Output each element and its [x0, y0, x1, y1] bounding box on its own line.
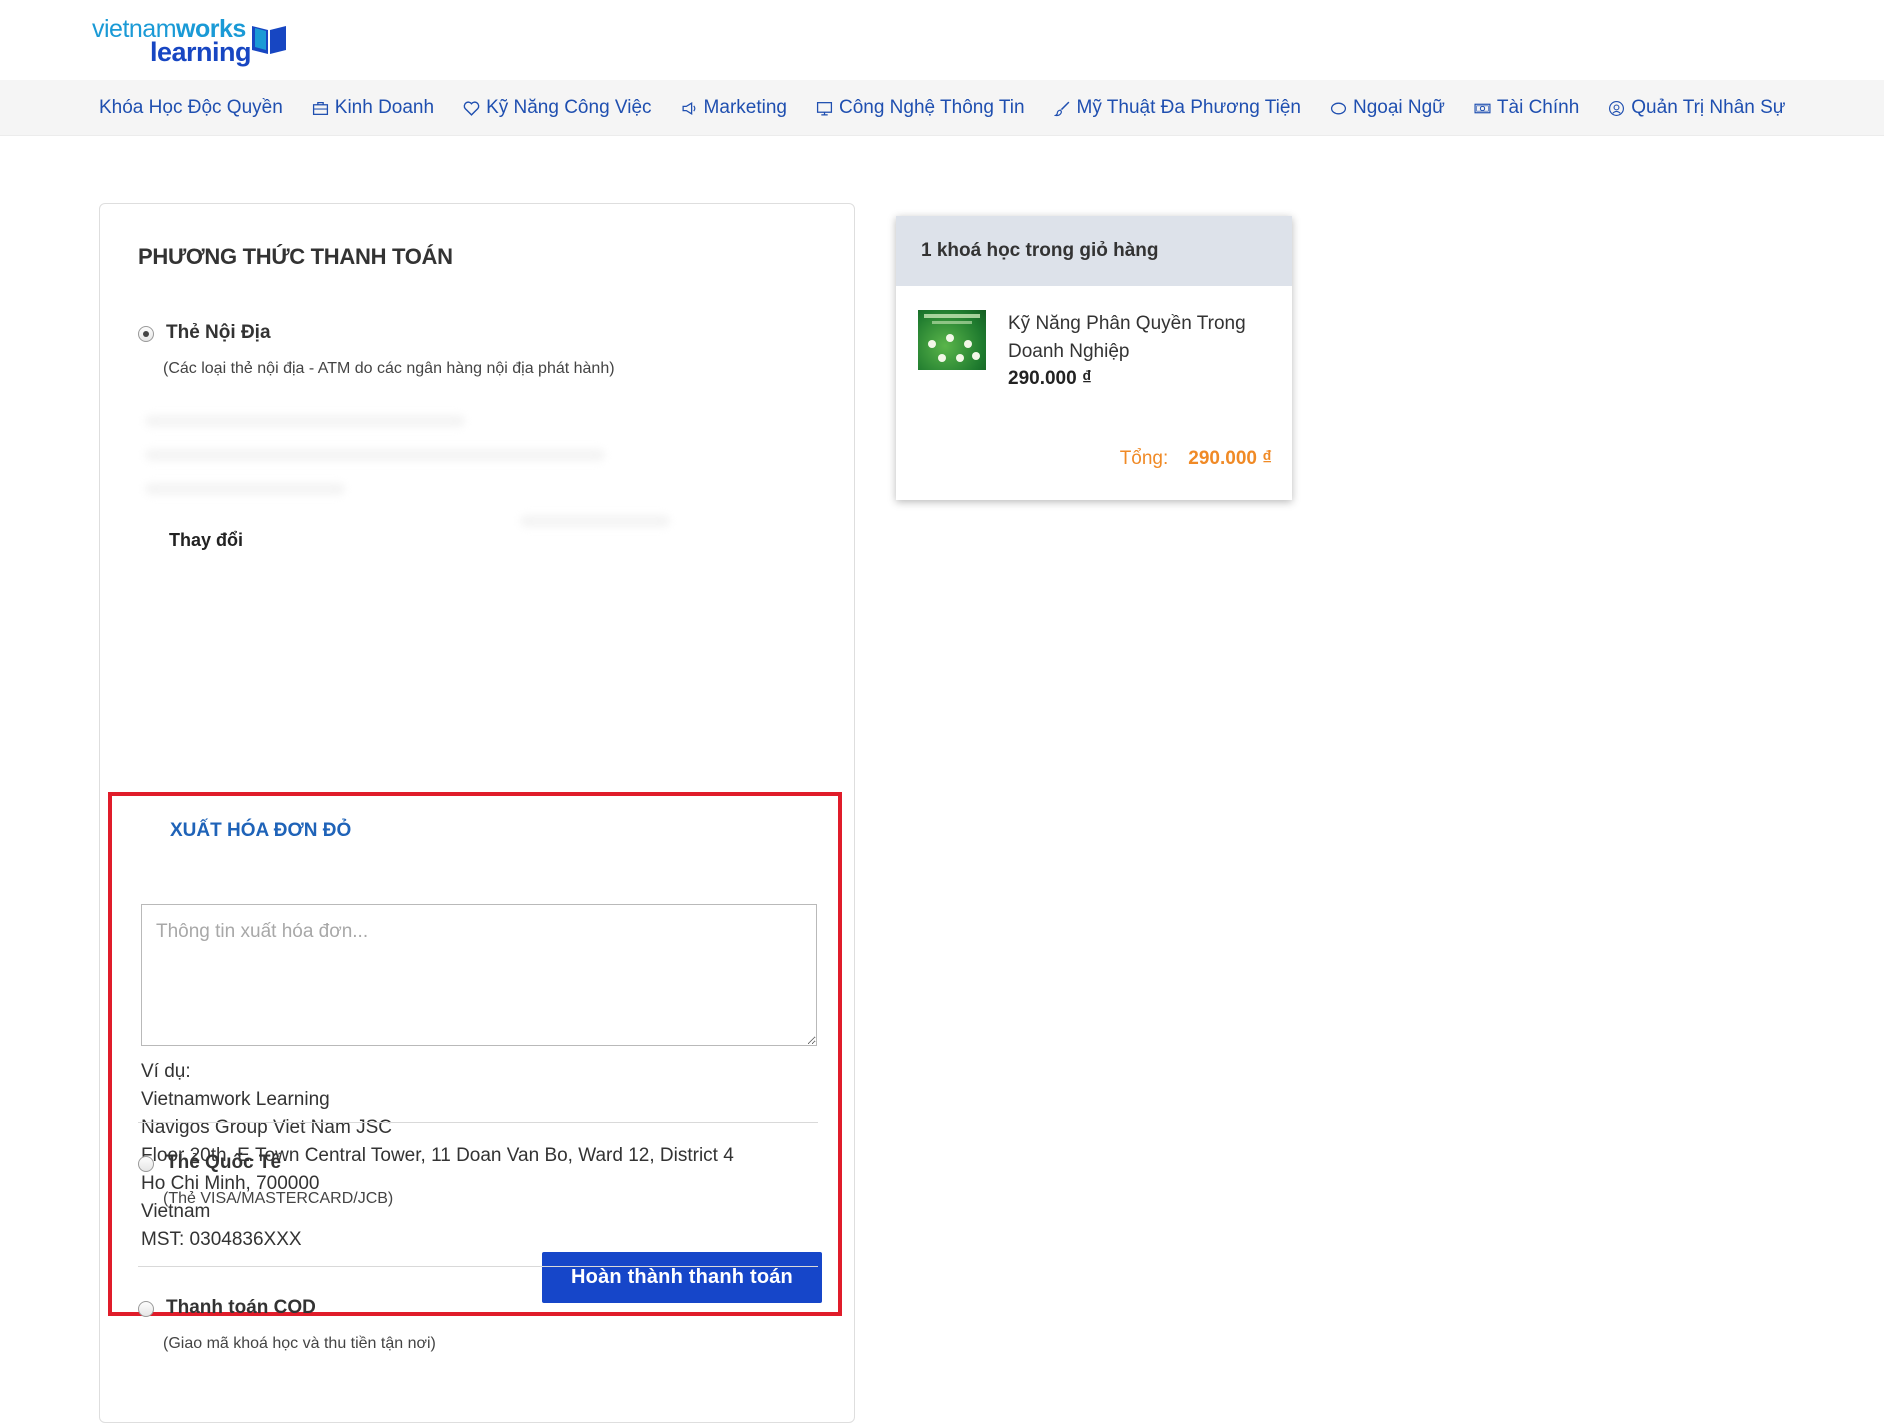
nav-item-marketing[interactable]: Marketing	[681, 97, 787, 119]
nav-item-hr-management[interactable]: Quản Trị Nhân Sự	[1608, 97, 1786, 119]
vietnamworks-learning-logo[interactable]: vietnamworks learning	[92, 16, 292, 66]
course-name[interactable]: Kỹ Năng Phân Quyền Trong Doanh Nghiệp	[1008, 310, 1278, 366]
money-icon	[1474, 103, 1491, 113]
nav-item-finance[interactable]: Tài Chính	[1474, 97, 1579, 119]
total-value: 290.000 ₫	[1188, 448, 1272, 469]
divider	[138, 1122, 818, 1123]
nav-item-information-technology[interactable]: Công Nghệ Thông Tin	[816, 97, 1025, 119]
international-card-label: Thẻ Quốc Tế	[166, 1152, 282, 1173]
briefcase-icon	[312, 101, 328, 115]
nav-item-multimedia-arts[interactable]: Mỹ Thuật Đa Phương Tiện	[1053, 97, 1301, 119]
invoice-info-textarea[interactable]	[141, 904, 817, 1046]
domestic-card-radio[interactable]	[138, 326, 154, 342]
brush-icon	[1053, 101, 1069, 116]
megaphone-icon	[682, 101, 695, 115]
red-invoice-section: XUẤT HÓA ĐƠN ĐỎ Ví dụ: Vietnamwork Learn…	[108, 792, 842, 1316]
redacted-bank-info	[140, 409, 700, 539]
divider	[138, 1266, 818, 1267]
cart-total: Tổng: 290.000 ₫	[1120, 448, 1272, 470]
course-thumbnail[interactable]	[918, 310, 986, 370]
nav-item-foreign-languages[interactable]: Ngoại Ngữ	[1330, 97, 1445, 119]
cart-header: 1 khoá học trong giỏ hàng	[896, 216, 1292, 286]
payment-option-domestic-card[interactable]: Thẻ Nội Địa (Các loại thẻ nội địa - ATM …	[138, 322, 788, 382]
complete-payment-button[interactable]: Hoàn thành thanh toán	[542, 1252, 822, 1303]
red-invoice-title[interactable]: XUẤT HÓA ĐƠN ĐỎ	[170, 820, 351, 842]
payment-option-international-card[interactable]: Thẻ Quốc Tế (Thẻ VISA/MASTERCARD/JCB)	[138, 1152, 788, 1212]
nav-item-work-skills[interactable]: Kỹ Năng Công Việc	[463, 97, 652, 119]
user-circle-icon	[1609, 100, 1625, 116]
nav-item-exclusive-courses[interactable]: Khóa Học Độc Quyền	[99, 97, 283, 119]
payment-method-title: PHƯƠNG THỨC THANH TOÁN	[138, 244, 453, 269]
monitor-icon	[816, 101, 833, 116]
shopping-cart-summary: 1 khoá học trong giỏ hàng Kỹ Năng Phân Q…	[896, 216, 1292, 500]
heart-icon	[463, 100, 480, 116]
payment-method-panel: PHƯƠNG THỨC THANH TOÁN Thẻ Nội Địa (Các …	[99, 203, 855, 1423]
category-navbar: Khóa Học Độc Quyền Kinh Doanh Kỹ Năng Cô…	[0, 80, 1884, 136]
international-card-description: (Thẻ VISA/MASTERCARD/JCB)	[163, 1190, 394, 1207]
cart-item[interactable]: Kỹ Năng Phân Quyền Trong Doanh Nghiệp 29…	[918, 310, 1278, 400]
book-icon	[252, 26, 286, 54]
cod-label: Thanh toán COD	[166, 1297, 316, 1318]
cod-radio[interactable]	[138, 1301, 154, 1317]
course-price: 290.000 ₫	[1008, 368, 1092, 389]
change-bank-link[interactable]: Thay đổi	[169, 530, 243, 551]
domestic-card-description: (Các loại thẻ nội địa - ATM do các ngân …	[163, 360, 615, 377]
international-card-radio[interactable]	[138, 1156, 154, 1172]
payment-option-cod[interactable]: Thanh toán COD (Giao mã khoá học và thu …	[138, 1297, 788, 1357]
speech-bubble-icon	[1330, 102, 1347, 114]
total-label: Tổng:	[1119, 448, 1169, 469]
domestic-card-label: Thẻ Nội Địa	[166, 322, 271, 343]
nav-item-business[interactable]: Kinh Doanh	[312, 97, 434, 119]
cod-description: (Giao mã khoá học và thu tiền tận nơi)	[163, 1335, 436, 1352]
